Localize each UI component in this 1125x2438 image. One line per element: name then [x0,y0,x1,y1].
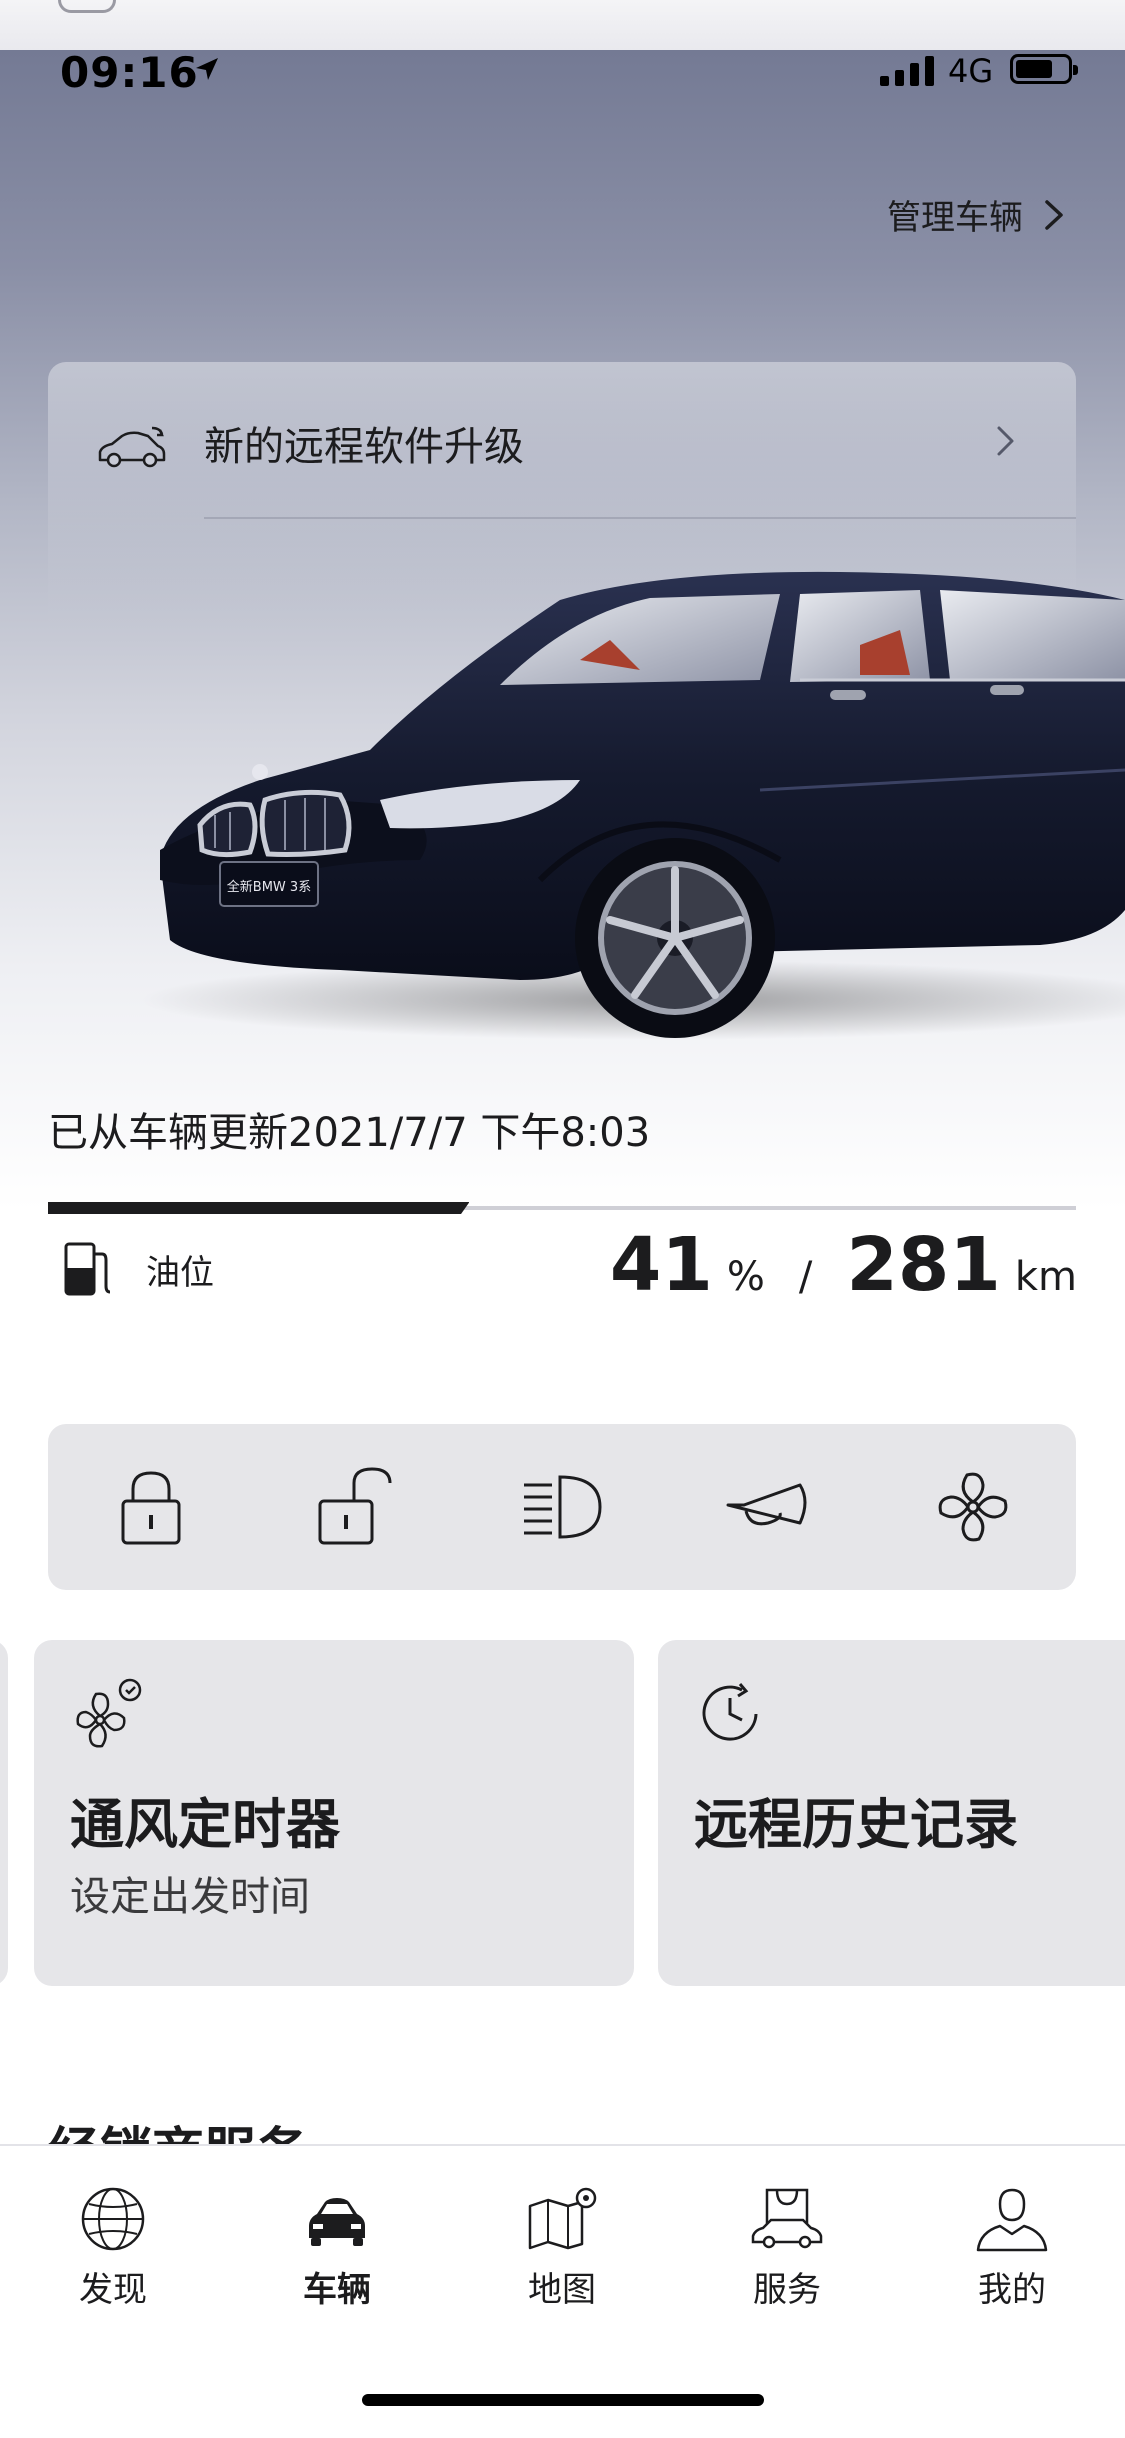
network-type: 4G [948,52,994,90]
fan-timer-icon [76,1678,142,1748]
tab-services[interactable]: 服务 [712,2184,862,2311]
tab-discover[interactable]: 发现 [38,2184,188,2311]
home-indicator [362,2394,764,2406]
fuel-label: 油位 [146,1253,214,1293]
globe-icon [81,2187,145,2251]
lock-button[interactable] [96,1452,206,1562]
ventilation-timer-title: 通风定时器 [70,1793,340,1856]
lock-open-icon [318,1467,392,1545]
bell-icon [58,0,116,13]
notice-divider [204,517,1076,519]
fuel-range-unit: km [1014,1254,1077,1300]
horn-button[interactable] [713,1452,823,1562]
person-icon [976,2188,1048,2252]
status-bar: 09:16 4G [0,48,1125,97]
location-arrow-icon [196,58,218,80]
battery-icon [1010,54,1078,84]
ventilation-timer-subtitle: 设定出发时间 [70,1874,310,1920]
tab-label-map: 地图 [528,2270,596,2310]
tab-label-services: 服务 [753,2270,821,2310]
remote-history-title: 远程历史记录 [694,1793,1018,1856]
horn-icon [726,1483,807,1526]
manage-vehicles-label: 管理车辆 [887,198,1023,238]
vehicle-image: 全新BMW 3系 [140,571,1125,1040]
tab-label-profile: 我的 [978,2270,1046,2310]
clock-history-icon [702,1683,758,1741]
fuel-readout: 41 % / 281 km [610,1222,1077,1308]
remote-history-card[interactable]: 远程历史记录 [658,1640,1125,1986]
tab-vehicle[interactable]: 车辆 [262,2184,412,2311]
manage-vehicles-button[interactable]: 管理车辆 [887,190,1065,239]
map-icon [528,2187,597,2250]
fuel-percent-unit: % [726,1254,765,1300]
fuel-level-bar [48,1202,1076,1214]
fuel-percent: 41 [609,1222,713,1308]
car-icon [309,2198,365,2246]
tab-map[interactable]: 地图 [487,2184,637,2311]
status-time: 09:16 [60,48,199,97]
lock-closed-icon [121,1471,181,1545]
fan-icon [938,1472,1008,1542]
ventilation-button[interactable] [918,1452,1028,1562]
ventilation-timer-card[interactable]: 通风定时器 设定出发时间 [34,1640,634,1986]
remote-actions-bar [48,1424,1076,1590]
chevron-right-icon [997,426,1014,456]
tab-profile[interactable]: 我的 [937,2184,1087,2311]
tab-label-discover: 发现 [79,2270,147,2310]
previous-card-peek[interactable] [0,1640,8,1986]
tab-label-vehicle: 车辆 [303,2270,371,2310]
fuel-separator: / [798,1254,813,1300]
fuel-level-fill [48,1202,470,1214]
plate-text: 全新BMW 3系 [227,879,311,895]
unlock-button[interactable] [301,1452,411,1562]
fuel-pump-icon [64,1242,111,1296]
car-update-icon [98,426,166,468]
signal-icon [880,56,934,86]
chevron-right-icon [1045,199,1063,230]
fuel-range: 281 [846,1222,1001,1308]
last-updated-text: 已从车辆更新2021/7/7 下午8:03 [48,1110,651,1156]
software-upgrade-label: 新的远程软件升级 [204,424,524,470]
service-bag-icon [751,2188,823,2249]
headlight-icon [523,1475,602,1539]
ghost-notification-strip [0,0,1125,50]
headlight-button[interactable] [507,1452,617,1562]
